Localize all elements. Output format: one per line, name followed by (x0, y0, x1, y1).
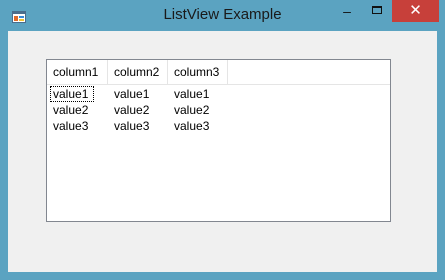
list-cell: value1 (114, 87, 150, 101)
list-cell: value1 (174, 87, 210, 101)
list-row[interactable]: value1 value1 value1 (47, 86, 390, 102)
column-header-1[interactable]: column1 (47, 60, 108, 84)
list-header: column1 column2 column3 (47, 60, 390, 85)
list-cell: value2 (114, 103, 150, 117)
maximize-icon (372, 6, 382, 14)
list-cell: value2 (174, 103, 210, 117)
list-cell: value3 (174, 119, 210, 133)
list-cell[interactable]: value1 (50, 86, 94, 102)
main-window: ListView Example – ✕ column1 column2 col… (0, 0, 445, 280)
maximize-button[interactable] (364, 0, 392, 22)
title-bar[interactable]: ListView Example – ✕ (0, 0, 445, 32)
list-cell[interactable]: value2 (47, 102, 108, 118)
list-cell[interactable]: value3 (47, 118, 108, 134)
client-area: column1 column2 column3 value1 value1 va… (8, 31, 437, 272)
close-button[interactable]: ✕ (392, 0, 439, 22)
list-cell: value3 (114, 119, 150, 133)
list-view[interactable]: column1 column2 column3 value1 value1 va… (46, 59, 391, 222)
minimize-button[interactable]: – (330, 0, 364, 22)
column-header-3[interactable]: column3 (168, 60, 228, 84)
list-row[interactable]: value2 value2 value2 (47, 102, 390, 118)
column-header-2[interactable]: column2 (108, 60, 168, 84)
list-row[interactable]: value3 value3 value3 (47, 118, 390, 134)
